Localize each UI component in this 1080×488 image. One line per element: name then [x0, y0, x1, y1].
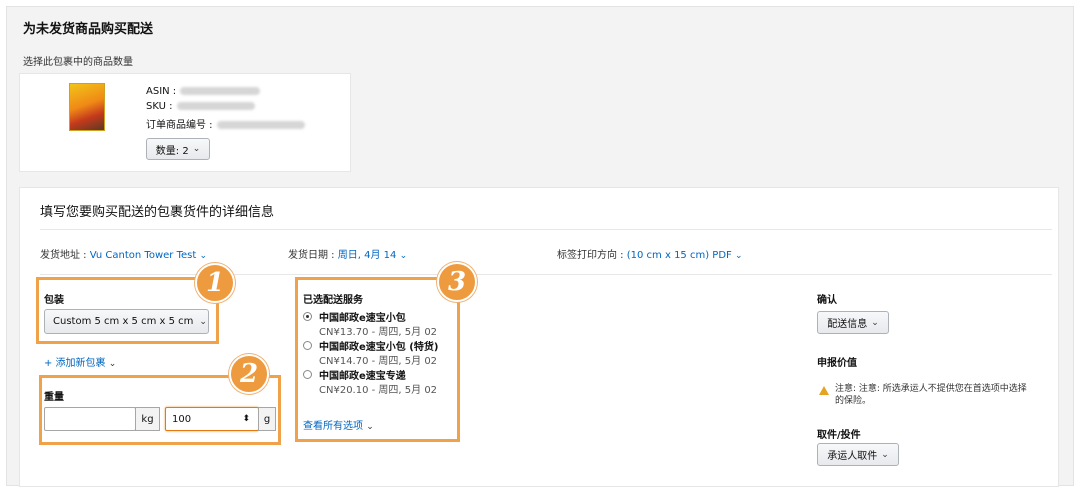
- asin-redacted: [180, 87, 261, 95]
- note-line-1: 注意: 注意: 所选承运人不提供您在首选项中选择: [835, 384, 1027, 394]
- ship-from-row: 发货地址 : Vu Canton Tower Test ⌄: [40, 246, 207, 261]
- add-package-link[interactable]: + 添加新包裹 ⌄: [44, 354, 116, 369]
- warning-icon: [819, 386, 829, 395]
- package-select[interactable]: Custom 5 cm x 5 cm x 5 cm ⌄: [44, 309, 209, 334]
- insurance-note: 注意: 注意: 所选承运人不提供您在首选项中选择 的保险。: [835, 383, 1027, 407]
- product-card: ASIN : SKU : 订单商品编号 : 数量: 2 ⌄: [19, 73, 351, 172]
- sku-label: SKU :: [146, 101, 173, 112]
- service-label: 已选配送服务: [303, 295, 363, 306]
- chevron-down-icon: ⌄: [881, 449, 889, 460]
- order-item-line: 订单商品编号 :: [146, 116, 305, 131]
- package-selected-value: Custom 5 cm x 5 cm x 5 cm: [53, 316, 194, 327]
- chevron-down-icon: ⌄: [192, 144, 201, 154]
- add-package-label: + 添加新包裹: [44, 358, 106, 369]
- service-price: CN¥13.70 - 周四, 5月 02: [319, 327, 438, 338]
- divider: [40, 229, 1052, 230]
- shipping-info-dropdown[interactable]: 配送信息 ⌄: [817, 311, 889, 334]
- chevron-down-icon: ⌄: [108, 359, 117, 369]
- quantity-label: 数量: 2: [155, 145, 189, 157]
- note-line-2: 的保险。: [835, 396, 872, 406]
- chevron-down-icon: ⌄: [199, 251, 208, 261]
- chevron-down-icon: ⌄: [399, 251, 408, 261]
- radio-unselected[interactable]: [303, 341, 312, 350]
- ship-date-row: 发货日期 : 周日, 4月 14 ⌄: [288, 246, 407, 261]
- service-name: 中国邮政e速宝小包 (特货): [319, 342, 439, 353]
- ship-from-link[interactable]: Vu Canton Tower Test: [90, 250, 197, 261]
- service-name: 中国邮政e速宝小包: [319, 313, 406, 324]
- pickup-label: 取件/投件: [817, 430, 861, 441]
- weight-g-input[interactable]: 100 ⬍: [165, 407, 259, 431]
- order-item-label: 订单商品编号 :: [146, 120, 213, 131]
- weight-label: 重量: [44, 392, 64, 403]
- step-badge-2: 2: [229, 354, 269, 394]
- service-price: CN¥20.10 - 周四, 5月 02: [319, 385, 438, 396]
- service-name: 中国邮政e速宝专递: [319, 371, 406, 382]
- shipping-info-label: 配送信息: [827, 319, 868, 330]
- carrier-pickup-dropdown[interactable]: 承运人取件 ⌄: [817, 443, 899, 466]
- quantity-instruction: 选择此包裹中的商品数量: [23, 57, 133, 68]
- step-badge-3: 3: [437, 262, 477, 302]
- product-thumbnail: [69, 83, 105, 131]
- package-label: 包装: [44, 295, 64, 306]
- confirm-label: 确认: [817, 295, 837, 306]
- sku-redacted: [176, 102, 255, 110]
- chevron-down-icon: ⌄: [734, 251, 743, 261]
- ship-date-label: 发货日期 :: [288, 250, 335, 261]
- step-badge-1: 1: [195, 263, 235, 303]
- page-container: 为未发货商品购买配送 选择此包裹中的商品数量 ASIN : SKU : 订单商品…: [6, 6, 1074, 487]
- ship-date-link[interactable]: 周日, 4月 14: [338, 250, 397, 261]
- service-price: CN¥14.70 - 周四, 5月 02: [319, 356, 438, 367]
- chevron-down-icon: ⌄: [366, 422, 374, 432]
- quantity-dropdown[interactable]: 数量: 2 ⌄: [146, 138, 210, 160]
- view-all-label: 查看所有选项: [303, 421, 363, 432]
- weight-g-value: 100: [172, 413, 192, 425]
- asin-label: ASIN :: [146, 86, 177, 97]
- carrier-pickup-label: 承运人取件: [827, 451, 878, 462]
- sku-line: SKU :: [146, 101, 255, 112]
- radio-selected[interactable]: [303, 312, 312, 321]
- kg-unit: kg: [135, 407, 160, 431]
- chevron-down-icon: ⌄: [199, 316, 207, 327]
- chevron-down-icon: ⌄: [871, 317, 879, 328]
- shipment-details-card: 填写您要购买配送的包裹货件的详细信息 发货地址 : Vu Canton Towe…: [19, 187, 1059, 487]
- stepper-icon[interactable]: ⬍: [242, 414, 250, 424]
- asin-line: ASIN :: [146, 86, 261, 97]
- label-orientation-row: 标签打印方向 : (10 cm x 15 cm) PDF ⌄: [557, 246, 743, 261]
- page-title: 为未发货商品购买配送: [23, 22, 154, 37]
- view-all-options-link[interactable]: 查看所有选项 ⌄: [303, 417, 374, 432]
- details-title: 填写您要购买配送的包裹货件的详细信息: [40, 205, 275, 220]
- weight-kg-input[interactable]: [44, 407, 136, 431]
- order-item-redacted: [216, 121, 305, 129]
- declared-value-label: 申报价值: [817, 358, 857, 369]
- ship-from-label: 发货地址 :: [40, 250, 87, 261]
- g-unit: g: [258, 407, 276, 431]
- label-orientation-label: 标签打印方向 :: [557, 250, 624, 261]
- divider: [40, 274, 1052, 275]
- radio-unselected[interactable]: [303, 370, 312, 379]
- label-orientation-link[interactable]: (10 cm x 15 cm) PDF: [627, 250, 732, 261]
